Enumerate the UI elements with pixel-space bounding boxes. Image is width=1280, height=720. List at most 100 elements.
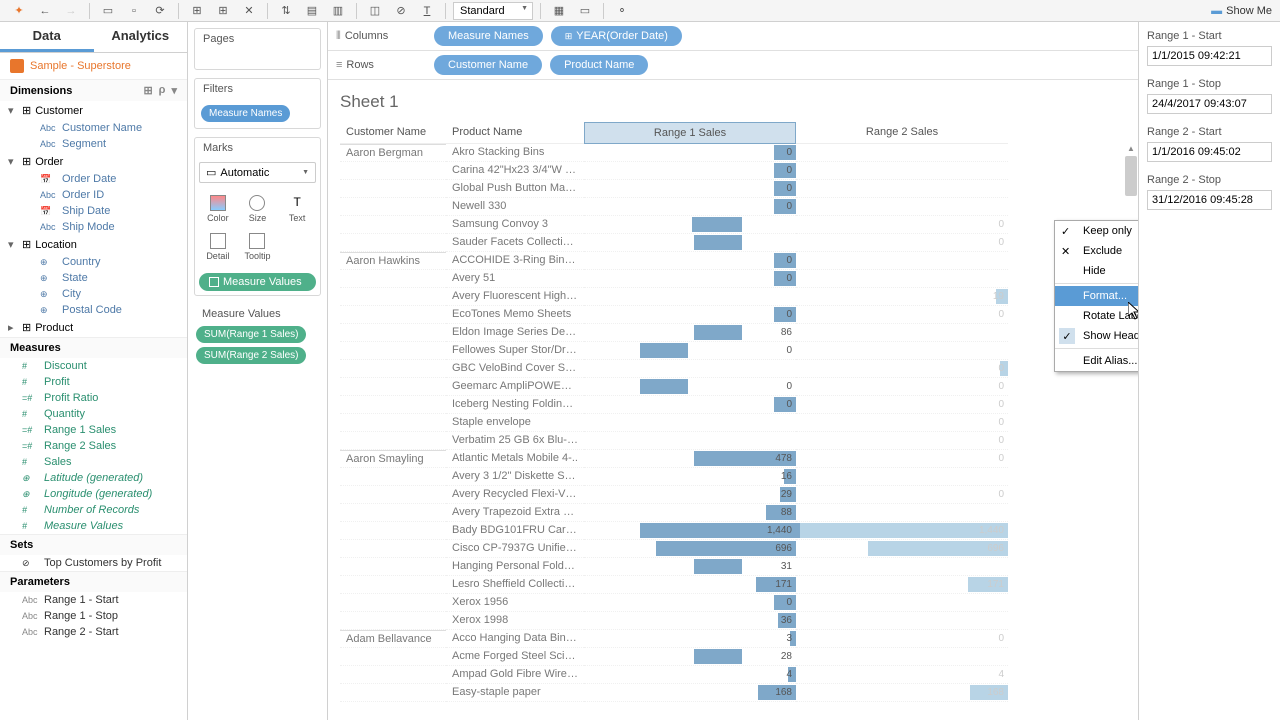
fit-select[interactable]: Standard	[453, 2, 533, 20]
cell-product[interactable]: Avery Trapezoid Extra He..	[446, 504, 584, 522]
cell-range1[interactable]	[584, 360, 796, 378]
cell-range1[interactable]: 1,440	[584, 522, 796, 540]
field-state[interactable]: ⊕State	[0, 270, 187, 286]
cell-range2[interactable]	[796, 558, 1008, 576]
cell-customer[interactable]	[340, 576, 446, 594]
cell-range1[interactable]	[584, 414, 796, 432]
cell-range2[interactable]: 0	[796, 630, 1008, 648]
field-profit[interactable]: #Profit	[0, 374, 187, 390]
forward-icon[interactable]: →	[60, 2, 82, 20]
text-button[interactable]: TText	[278, 191, 316, 227]
cell-customer[interactable]	[340, 288, 446, 306]
cell-customer[interactable]: Aaron Smayling	[340, 450, 446, 468]
field-order-date[interactable]: 📅Order Date	[0, 171, 187, 187]
cell-product[interactable]: Avery 3 1/2" Diskette Sto..	[446, 468, 584, 486]
cell-range1[interactable]: 4	[584, 666, 796, 684]
cell-product[interactable]: Xerox 1998	[446, 612, 584, 630]
cell-range1[interactable]: 29	[584, 486, 796, 504]
cell-product[interactable]: EcoTones Memo Sheets	[446, 306, 584, 324]
header-range2[interactable]: Range 2 Sales	[796, 122, 1008, 144]
cell-range2[interactable]	[796, 270, 1008, 288]
cell-product[interactable]: Newell 330	[446, 198, 584, 216]
cell-product[interactable]: Sauder Facets Collection L..	[446, 234, 584, 252]
cell-product[interactable]: Avery Recycled Flexi-View..	[446, 486, 584, 504]
cell-customer[interactable]	[340, 684, 446, 702]
cell-customer[interactable]: Aaron Hawkins	[340, 252, 446, 270]
cell-customer[interactable]	[340, 162, 446, 180]
pages-shelf[interactable]: Pages	[194, 28, 321, 70]
field-country[interactable]: ⊕Country	[0, 254, 187, 270]
menu-format[interactable]: Format...	[1055, 286, 1138, 306]
cell-range2[interactable]	[796, 594, 1008, 612]
field-r2-sales[interactable]: =#Range 2 Sales	[0, 438, 187, 454]
menu-rotate[interactable]: Rotate Label	[1055, 306, 1138, 326]
cell-range1[interactable]: 3	[584, 630, 796, 648]
cell-customer[interactable]	[340, 180, 446, 198]
cell-product[interactable]: Geemarc AmpliPOWER60	[446, 378, 584, 396]
cell-range1[interactable]: 28	[584, 648, 796, 666]
field-mval[interactable]: #Measure Values	[0, 518, 187, 534]
cell-range1[interactable]	[584, 216, 796, 234]
cell-customer[interactable]	[340, 666, 446, 684]
field-nrec[interactable]: #Number of Records	[0, 502, 187, 518]
cell-range2[interactable]	[796, 198, 1008, 216]
menu-hide[interactable]: Hide	[1055, 261, 1138, 281]
swap-icon[interactable]: ⇅	[275, 2, 297, 20]
param-input-r2-start[interactable]	[1147, 142, 1272, 162]
cell-customer[interactable]	[340, 468, 446, 486]
cell-product[interactable]: Cisco CP-7937G Unified IP..	[446, 540, 584, 558]
menu-edit-alias[interactable]: Edit Alias...	[1055, 351, 1138, 371]
header-range1[interactable]: Range 1 Sales	[584, 122, 796, 144]
cell-product[interactable]: ACCOHIDE 3-Ring Binder,..	[446, 252, 584, 270]
cell-customer[interactable]	[340, 360, 446, 378]
cell-range2[interactable]: 0	[796, 450, 1008, 468]
field-segment[interactable]: AbcSegment	[0, 136, 187, 152]
cell-range1[interactable]: 696	[584, 540, 796, 558]
color-button[interactable]: Color	[199, 191, 237, 227]
cell-product[interactable]: Akro Stacking Bins	[446, 144, 584, 162]
cell-range1[interactable]: 0	[584, 594, 796, 612]
cell-range1[interactable]: 0	[584, 162, 796, 180]
field-ship-mode[interactable]: AbcShip Mode	[0, 219, 187, 235]
field-city[interactable]: ⊕City	[0, 286, 187, 302]
pill-product-name[interactable]: Product Name	[550, 55, 648, 75]
field-r1-sales[interactable]: =#Range 1 Sales	[0, 422, 187, 438]
location-group[interactable]: ▾⊞Location	[0, 235, 187, 254]
field-order-id[interactable]: AbcOrder ID	[0, 187, 187, 203]
cell-customer[interactable]	[340, 486, 446, 504]
new-worksheet-icon[interactable]: ⊞	[186, 2, 208, 20]
highlight-icon[interactable]: ◫	[364, 2, 386, 20]
cell-product[interactable]: Bady BDG101FRU Card Pr..	[446, 522, 584, 540]
field-sales[interactable]: #Sales	[0, 454, 187, 470]
cell-product[interactable]: Xerox 1956	[446, 594, 584, 612]
cell-range1[interactable]: 86	[584, 324, 796, 342]
cell-range1[interactable]: 0	[584, 306, 796, 324]
cell-product[interactable]: Carina 42"Hx23 3/4"W M..	[446, 162, 584, 180]
field-lon[interactable]: ⊕Longitude (generated)	[0, 486, 187, 502]
param-input-r2-stop[interactable]	[1147, 190, 1272, 210]
size-button[interactable]: Size	[239, 191, 277, 227]
cell-range2[interactable]: 4	[796, 666, 1008, 684]
cell-range1[interactable]	[584, 288, 796, 306]
filter-pill-measure-names[interactable]: Measure Names	[201, 105, 290, 122]
cell-range1[interactable]: 0	[584, 252, 796, 270]
cell-range1[interactable]: 0	[584, 378, 796, 396]
product-group[interactable]: ▸⊞Product	[0, 318, 187, 337]
cell-range1[interactable]: 168	[584, 684, 796, 702]
clear-icon[interactable]: ✕	[238, 2, 260, 20]
field-profit-ratio[interactable]: =#Profit Ratio	[0, 390, 187, 406]
pill-measure-names[interactable]: Measure Names	[434, 26, 543, 46]
cell-range1[interactable]: 0	[584, 342, 796, 360]
cell-product[interactable]: Avery Fluorescent Highlig..	[446, 288, 584, 306]
cell-range2[interactable]	[796, 648, 1008, 666]
field-postal[interactable]: ⊕Postal Code	[0, 302, 187, 318]
field-quantity[interactable]: #Quantity	[0, 406, 187, 422]
cell-range2[interactable]	[796, 342, 1008, 360]
duplicate-icon[interactable]: ⊞	[212, 2, 234, 20]
cell-customer[interactable]	[340, 522, 446, 540]
cell-product[interactable]: Eldon Image Series Desk ..	[446, 324, 584, 342]
menu-icon[interactable]: ▾	[171, 84, 177, 97]
cell-range2[interactable]	[796, 252, 1008, 270]
customer-group[interactable]: ▾⊞Customer	[0, 101, 187, 120]
cell-product[interactable]: Verbatim 25 GB 6x Blu-ra..	[446, 432, 584, 450]
